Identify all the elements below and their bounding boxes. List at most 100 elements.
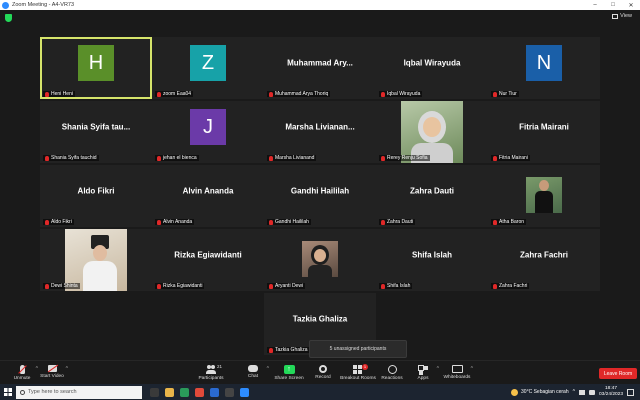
weather-widget[interactable]: 30°C Sebagian cerah — [511, 388, 569, 396]
file-explorer-icon[interactable] — [165, 387, 174, 397]
taskbar-search-box[interactable]: Type here to search — [16, 385, 142, 399]
chevron-up-icon[interactable]: ^ — [66, 366, 68, 372]
person-body — [535, 191, 553, 213]
camera-off-icon — [47, 365, 57, 372]
person-face — [93, 245, 107, 261]
leave-room-button[interactable]: Leave Room — [599, 368, 637, 379]
chevron-up-icon[interactable]: ^ — [471, 366, 473, 372]
participant-tile[interactable]: N Nur Tiur — [488, 37, 600, 99]
participant-tile[interactable]: Alvin Ananda Alvin Ananda — [152, 165, 264, 227]
search-icon — [20, 389, 25, 395]
mic-muted-icon — [269, 283, 273, 289]
participant-name-label: Shania Syifa tauchid — [43, 155, 99, 161]
maximize-button[interactable]: □ — [604, 2, 622, 9]
volume-icon[interactable] — [588, 389, 595, 395]
weather-text: 30°C Sebagian cerah — [521, 389, 569, 395]
video-feed — [401, 101, 463, 163]
participant-tile[interactable]: Shifa Islah Shifa Islah — [376, 229, 488, 291]
video-feed — [526, 177, 562, 213]
view-button[interactable]: View — [612, 13, 632, 19]
participant-tile[interactable]: Marsha Livianan... Marsha Livianand — [264, 101, 376, 163]
participant-tile[interactable]: Aryanti Dewi — [264, 229, 376, 291]
participant-name-label: Zahra Dauti — [379, 219, 416, 225]
apps-icon — [418, 365, 428, 374]
participant-name-label: Aryanti Dewi — [267, 283, 306, 289]
taskbar-apps — [150, 387, 249, 397]
clock-date: 03/24/2023 — [598, 392, 623, 397]
participant-tile[interactable]: Iqbal Wirayuda Iqbal Wirayuda — [376, 37, 488, 99]
taskbar-clock[interactable]: 18:47 03/24/2023 — [599, 386, 623, 398]
start-video-button[interactable]: Start Video ^ — [30, 363, 74, 385]
tray-chevron-icon[interactable]: ^ — [573, 389, 575, 395]
edge-browser-icon[interactable] — [180, 387, 189, 397]
participants-icon — [206, 365, 216, 374]
mic-muted-icon — [381, 219, 385, 225]
participant-tile[interactable]: Atha Baron — [488, 165, 600, 227]
participant-name-label: Marsha Livianand — [267, 155, 317, 161]
participant-display-name: Marsha Livianan... — [285, 122, 355, 132]
participant-display-name: Rizka Egiawidanti — [174, 250, 242, 260]
system-tray: 30°C Sebagian cerah ^ 18:47 03/24/2023 — [511, 386, 640, 398]
participant-name-label: Muhammad Arya Thoriq — [267, 91, 331, 97]
participant-display-name: Shifa Islah — [411, 250, 452, 260]
windows-logo-icon — [4, 388, 12, 396]
participant-name-label: Alvin Ananda — [155, 219, 195, 225]
participant-tile[interactable]: H Heni Heni — [40, 37, 152, 99]
smiley-icon — [387, 365, 397, 374]
participant-name-label: Rerey Renju Sofia — [379, 155, 430, 161]
person-face — [314, 249, 326, 262]
security-shield-icon[interactable] — [5, 14, 12, 22]
notifications-icon[interactable] — [627, 388, 634, 396]
meeting-toolbar: Unmute ^ Start Video ^ Participants 21 C… — [0, 360, 640, 384]
person-face — [423, 117, 441, 137]
participant-tile[interactable]: Fitria Mairani Fitria Mairani — [488, 101, 600, 163]
grid-view-icon — [612, 13, 619, 19]
network-icon[interactable] — [578, 389, 585, 395]
mic-muted-icon — [269, 347, 273, 353]
participant-tile[interactable]: Zahra Fachri Zahra Fachri — [488, 229, 600, 291]
whiteboards-button[interactable]: Whiteboards ^ — [435, 363, 479, 385]
participant-name-label: Fitria Mairani — [491, 155, 530, 161]
video-feed — [302, 241, 338, 277]
notification-badge: 1 — [362, 364, 368, 370]
mic-muted-icon — [157, 155, 161, 161]
participant-tile[interactable]: Gandhi Haililah Gandhi Haililah — [264, 165, 376, 227]
window-controls: – □ ✕ — [586, 2, 640, 9]
participant-tile[interactable]: J jehan el bienca — [152, 101, 264, 163]
record-icon — [319, 365, 327, 373]
task-view-icon[interactable] — [150, 387, 159, 397]
minimize-button[interactable]: – — [586, 2, 604, 9]
participant-name-label: Atha Baron — [491, 219, 527, 225]
participant-name-label: Iqbal Wirayuda — [379, 91, 423, 97]
participant-name-label: Gandhi Haililah — [267, 219, 311, 225]
participant-tile[interactable]: Dewi Shinta — [40, 229, 152, 291]
participant-tile[interactable]: Z zoom Eaa04 — [152, 37, 264, 99]
participant-tile[interactable]: Zahra Dauti Zahra Dauti — [376, 165, 488, 227]
store-icon[interactable] — [195, 387, 204, 397]
person-face — [539, 180, 549, 191]
start-button[interactable] — [0, 384, 16, 400]
search-placeholder: Type here to search — [28, 389, 77, 395]
participant-tile[interactable]: Muhammad Ary... Muhammad Arya Thoriq — [264, 37, 376, 99]
mic-muted-icon — [45, 283, 49, 289]
participant-tile[interactable]: Shania Syifa tau... Shania Syifa tauchid — [40, 101, 152, 163]
avatar: J — [190, 109, 226, 146]
zoom-app-icon[interactable] — [240, 387, 249, 397]
mic-muted-icon — [45, 219, 49, 225]
participant-name-label: Nur Tiur — [491, 91, 519, 97]
person-body — [83, 261, 117, 291]
unassigned-participants-notice[interactable]: 5 unassigned participants — [309, 340, 407, 358]
mic-muted-icon — [493, 219, 497, 225]
participant-tile[interactable]: Rizka Egiawidanti Rizka Egiawidanti — [152, 229, 264, 291]
participant-name-label: Rizka Egiawidanti — [155, 283, 205, 289]
participant-tile[interactable]: Rerey Renju Sofia — [376, 101, 488, 163]
mic-muted-icon — [157, 91, 161, 97]
person-body — [308, 265, 332, 277]
participant-tile[interactable]: Aldo Fikri Aldo Fikri — [40, 165, 152, 227]
mail-icon[interactable] — [210, 387, 219, 397]
close-button[interactable]: ✕ — [622, 2, 640, 9]
app-icon[interactable] — [225, 387, 234, 397]
participant-name-label: Shifa Islah — [379, 283, 413, 289]
participant-display-name: Zahra Dauti — [409, 186, 454, 196]
participants-button[interactable]: Participants 21 — [189, 363, 233, 385]
